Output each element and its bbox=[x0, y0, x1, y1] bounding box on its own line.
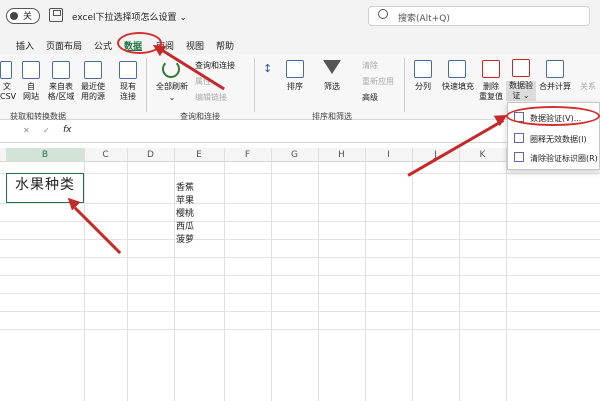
column-header-g[interactable]: G bbox=[271, 148, 318, 162]
from-web-icon bbox=[22, 61, 40, 79]
flash-fill-button[interactable]: 快速填充 bbox=[438, 82, 478, 92]
column-header-e[interactable]: E bbox=[174, 148, 224, 162]
text-to-columns-button[interactable]: 分列 bbox=[410, 82, 436, 92]
search-placeholder: 搜索(Alt+Q) bbox=[398, 14, 450, 24]
remove-duplicates-button[interactable]: 删除 重复值 bbox=[476, 82, 506, 102]
filter-button[interactable]: 筛选 bbox=[318, 82, 346, 92]
gridline bbox=[0, 293, 600, 294]
formula-cancel-icon[interactable]: ✕ bbox=[23, 126, 30, 135]
gridline bbox=[0, 239, 600, 240]
refresh-all-button[interactable]: 全部刷新 bbox=[152, 82, 192, 92]
recent-sources-icon bbox=[84, 61, 102, 79]
from-table-button[interactable]: 来自表 格/区域 bbox=[44, 82, 78, 102]
flash-fill-icon bbox=[448, 60, 466, 78]
data-validation-icon bbox=[512, 59, 530, 77]
save-icon[interactable] bbox=[49, 8, 63, 22]
formula-confirm-icon[interactable]: ✓ bbox=[43, 126, 50, 135]
data-validation-button[interactable]: 数据验证 ⌄ bbox=[506, 81, 536, 101]
fruit-item[interactable]: 菠萝 bbox=[176, 232, 194, 245]
clear-filter-button[interactable]: 清除 bbox=[362, 60, 378, 71]
tab-view[interactable]: 视图 bbox=[186, 39, 204, 52]
gridline bbox=[0, 203, 600, 204]
menu-item-clear-circles[interactable]: 清除验证标识圈(R) bbox=[530, 153, 598, 164]
gridline bbox=[0, 275, 600, 276]
fruit-item[interactable]: 苹果 bbox=[176, 193, 194, 206]
column-header-i[interactable]: I bbox=[365, 148, 412, 162]
existing-connections-button[interactable]: 现有 连接 bbox=[114, 82, 142, 102]
column-header-f[interactable]: F bbox=[224, 148, 271, 162]
refresh-dropdown-icon[interactable]: ⌄ bbox=[152, 93, 192, 103]
tab-help[interactable]: 帮助 bbox=[216, 39, 234, 52]
reapply-button[interactable]: 重新应用 bbox=[362, 76, 394, 87]
gridline bbox=[0, 257, 600, 258]
advanced-filter-button[interactable]: 高级 bbox=[362, 92, 378, 103]
separator bbox=[146, 58, 147, 112]
refresh-all-icon bbox=[162, 60, 180, 78]
toggle-knob bbox=[10, 12, 18, 20]
separator bbox=[254, 58, 255, 112]
column-header-d[interactable]: D bbox=[127, 148, 174, 162]
annotation-circle-menu-item bbox=[506, 106, 600, 126]
text-to-columns-icon bbox=[414, 60, 432, 78]
fruit-item[interactable]: 樱桃 bbox=[176, 206, 194, 219]
consolidate-button[interactable]: 合并计算 bbox=[536, 82, 574, 92]
from-table-icon bbox=[52, 61, 70, 79]
menu-item-circle-invalid[interactable]: 圈释无效数据(I) bbox=[530, 134, 587, 145]
column-header-c[interactable]: C bbox=[84, 148, 127, 162]
fruit-item[interactable]: 西瓜 bbox=[176, 219, 194, 232]
document-title[interactable]: excel下拉选择项怎么设置 ⌄ bbox=[72, 10, 187, 23]
gridline bbox=[0, 329, 600, 330]
edit-links-button[interactable]: 编辑链接 bbox=[195, 92, 227, 103]
search-icon bbox=[378, 9, 388, 19]
insert-function-icon[interactable]: fx bbox=[63, 125, 72, 135]
remove-duplicates-icon bbox=[482, 60, 500, 78]
separator bbox=[404, 58, 405, 112]
column-header-h[interactable]: H bbox=[318, 148, 365, 162]
relationships-button[interactable]: 关系 bbox=[576, 82, 600, 92]
cell-b2-text: 水果种类 bbox=[15, 177, 75, 193]
existing-connections-icon bbox=[119, 61, 137, 79]
gridline bbox=[0, 311, 600, 312]
consolidate-icon bbox=[546, 60, 564, 78]
clear-circles-icon bbox=[514, 152, 524, 162]
sort-az-icon[interactable]: ↕ bbox=[263, 62, 272, 75]
filter-icon bbox=[323, 60, 341, 74]
column-header-k[interactable]: K bbox=[459, 148, 506, 162]
from-csv-button[interactable]: 文 CSV bbox=[0, 82, 16, 102]
ribbon-tabs bbox=[0, 32, 600, 54]
from-csv-icon bbox=[0, 61, 12, 79]
from-web-button[interactable]: 自网站 bbox=[18, 82, 44, 102]
gridline bbox=[0, 173, 600, 174]
autosave-toggle-label: 关 bbox=[23, 12, 33, 22]
recent-sources-button[interactable]: 最近使 用的源 bbox=[77, 82, 109, 102]
fruit-item[interactable]: 香蕉 bbox=[176, 180, 194, 193]
tab-insert[interactable]: 插入 bbox=[16, 39, 34, 52]
queries-connections-button[interactable]: 查询和连接 bbox=[195, 60, 235, 71]
tab-page-layout[interactable]: 页面布局 bbox=[46, 39, 82, 52]
circle-invalid-icon bbox=[514, 133, 524, 143]
column-header-b[interactable]: B bbox=[6, 148, 84, 162]
tab-formulas[interactable]: 公式 bbox=[94, 39, 112, 52]
sort-icon bbox=[286, 60, 304, 78]
sort-button[interactable]: 排序 bbox=[282, 82, 308, 92]
